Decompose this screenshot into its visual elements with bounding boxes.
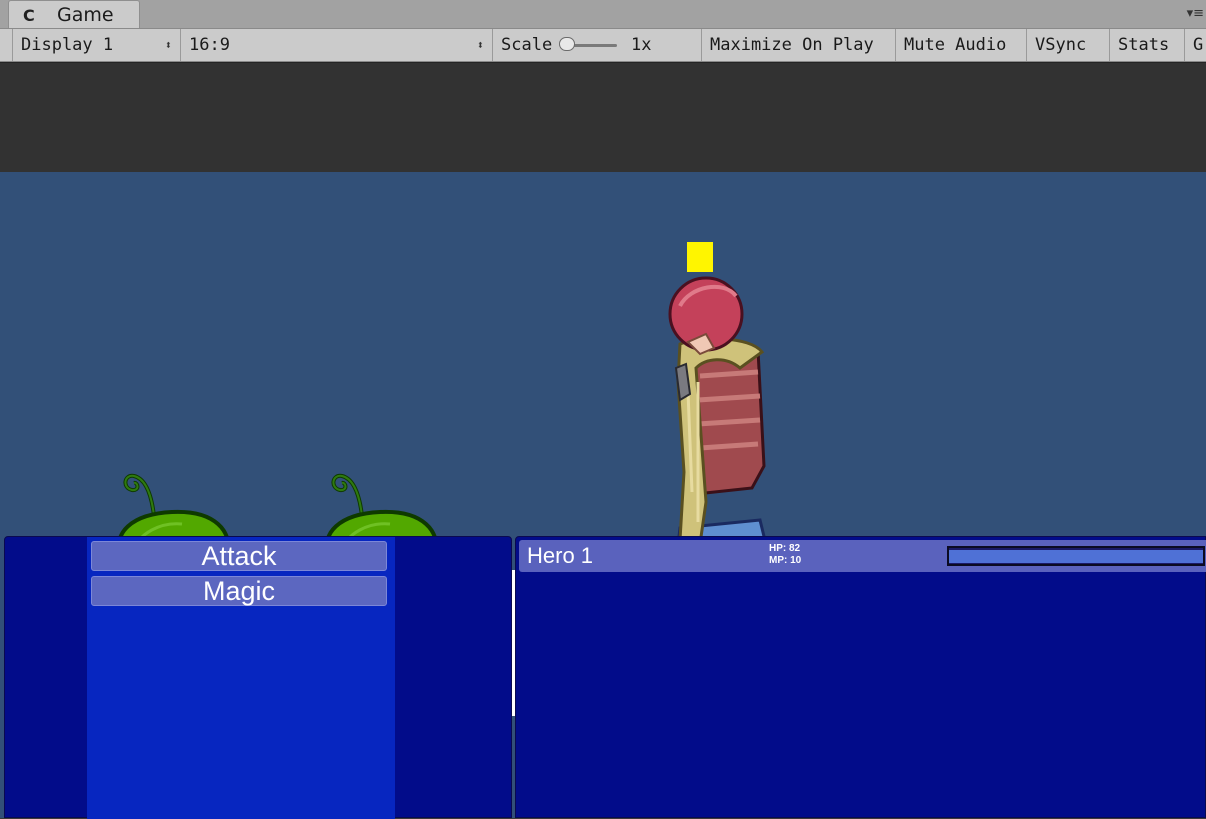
vsync-label: VSync — [1035, 35, 1087, 55]
hero-hp: HP: 82 — [769, 543, 801, 554]
stats-toggle[interactable]: Stats — [1109, 29, 1183, 61]
hero-status-row[interactable]: Hero 1 HP: 82 MP: 10 — [519, 540, 1206, 572]
stats-label: Stats — [1118, 35, 1170, 55]
maximize-on-play-toggle[interactable]: Maximize On Play — [701, 29, 894, 61]
scale-label: Scale — [501, 35, 553, 55]
scale-slider-knob[interactable] — [559, 37, 575, 51]
dropdown-arrows-icon: ⬍ — [476, 38, 484, 52]
turn-selector-marker — [687, 242, 713, 272]
hero-name: Hero 1 — [527, 543, 594, 568]
command-list: Attack Magic — [87, 537, 395, 819]
scale-slider-track[interactable] — [569, 44, 617, 47]
game-tab[interactable]: 𝗖 Game — [8, 0, 140, 28]
atb-gauge-fill — [949, 550, 1203, 563]
game-view-letterbox — [0, 62, 1206, 173]
attack-button[interactable]: Attack — [91, 541, 387, 571]
scale-control: Scale 1x — [492, 29, 700, 61]
mute-audio-label: Mute Audio — [904, 35, 1007, 55]
atb-gauge — [947, 546, 1205, 566]
magic-button[interactable]: Magic — [91, 576, 387, 606]
game-view-toolbar: Display 1 ⬍ 16:9 ⬍ Scale 1x Maximize On … — [0, 29, 1206, 62]
tab-menu-icon[interactable]: ▾≡ — [1187, 6, 1204, 21]
display-dropdown[interactable]: Display 1 ⬍ — [12, 29, 178, 61]
editor-tab-strip: 𝗖 Game ▾≡ — [0, 0, 1206, 29]
vsync-toggle[interactable]: VSync — [1026, 29, 1108, 61]
aspect-label: 16:9 — [189, 35, 230, 55]
unity-icon: 𝗖 — [23, 6, 35, 25]
scale-value: 1x — [631, 35, 652, 55]
gizmos-label: G — [1193, 35, 1204, 55]
mute-audio-toggle[interactable]: Mute Audio — [895, 29, 1025, 61]
display-label: Display 1 — [21, 35, 114, 55]
hero-mp: MP: 10 — [769, 555, 802, 566]
game-tab-label: Game — [57, 4, 114, 26]
maximize-on-play-label: Maximize On Play — [710, 35, 874, 55]
dropdown-arrows-icon: ⬍ — [164, 38, 172, 52]
command-panel: Attack Magic — [4, 536, 512, 819]
aspect-dropdown[interactable]: 16:9 ⬍ — [180, 29, 490, 61]
gizmos-dropdown[interactable]: G — [1184, 29, 1206, 61]
hero-status-panel: Hero 1 HP: 82 MP: 10 — [515, 536, 1206, 818]
